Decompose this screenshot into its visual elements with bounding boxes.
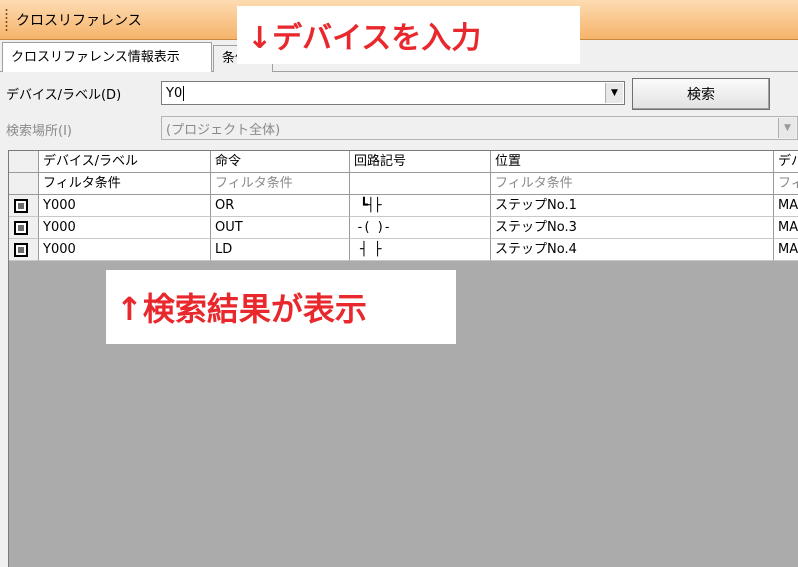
column-header-position[interactable]: 位置 bbox=[491, 151, 774, 173]
filter-cell-position[interactable]: フィルタ条件 bbox=[491, 173, 774, 195]
cell-position[interactable]: ステップNo.1 bbox=[491, 195, 774, 217]
filter-cell-comment[interactable]: フィルタ条件 bbox=[774, 173, 798, 195]
cell-device[interactable]: Y000 bbox=[39, 239, 211, 261]
cell-comment[interactable]: MAIN bbox=[774, 217, 798, 239]
annotation-enter-device: ↓デバイスを入力 bbox=[237, 6, 580, 64]
cell-instruction[interactable]: OR bbox=[211, 195, 350, 217]
cell-symbol[interactable]: ┗┤├ bbox=[350, 195, 491, 217]
column-header-instruction[interactable]: 命令 bbox=[211, 151, 350, 173]
cell-device[interactable]: Y000 bbox=[39, 217, 211, 239]
search-location-select[interactable]: (プロジェクト全体) ▼ bbox=[161, 116, 798, 140]
search-location-caption: 検索場所(I) bbox=[6, 124, 72, 139]
cell-instruction[interactable]: OUT bbox=[211, 217, 350, 239]
ladder-row-icon bbox=[14, 199, 28, 213]
search-location-value: (プロジェクト全体) bbox=[166, 122, 281, 138]
tab-cross-reference-info[interactable]: クロスリファレンス情報表示 bbox=[2, 42, 212, 72]
row-head[interactable] bbox=[9, 217, 39, 239]
table-row[interactable]: Y000 OR ┗┤├ ステップNo.1 MAIN bbox=[9, 195, 798, 217]
row-head[interactable] bbox=[9, 239, 39, 261]
dropdown-arrow-icon[interactable]: ▼ bbox=[778, 118, 796, 138]
table-row[interactable]: Y000 LD ┤ ├ ステップNo.4 MAIN bbox=[9, 239, 798, 261]
cell-comment[interactable]: MAIN bbox=[774, 195, 798, 217]
cell-symbol[interactable]: ┤ ├ bbox=[350, 239, 491, 261]
device-label-caption: デバイス/ラベル(D) bbox=[6, 88, 122, 103]
search-button[interactable]: 検索 bbox=[632, 78, 770, 110]
device-label-value: Y0 bbox=[166, 85, 183, 101]
column-header-comment[interactable]: デバイスコメント bbox=[774, 151, 798, 173]
cell-position[interactable]: ステップNo.3 bbox=[491, 217, 774, 239]
table-row[interactable]: Y000 OUT -( )- ステップNo.3 MAIN bbox=[9, 217, 798, 239]
device-label-input[interactable]: Y0 ▼ bbox=[161, 81, 625, 105]
cell-comment[interactable]: MAIN bbox=[774, 239, 798, 261]
cell-position[interactable]: ステップNo.4 bbox=[491, 239, 774, 261]
cell-symbol[interactable]: -( )- bbox=[350, 217, 491, 239]
filter-row-head bbox=[9, 173, 39, 195]
window-title: クロスリファレンス bbox=[16, 12, 142, 29]
filter-cell-instruction[interactable]: フィルタ条件 bbox=[211, 173, 350, 195]
column-header-device[interactable]: デバイス/ラベル bbox=[39, 151, 211, 173]
cell-device[interactable]: Y000 bbox=[39, 195, 211, 217]
filter-row: フィルタ条件 フィルタ条件 フィルタ条件 フィルタ条件 bbox=[9, 173, 798, 195]
cell-instruction[interactable]: LD bbox=[211, 239, 350, 261]
annotation-results-shown: ↑検索結果が表示 bbox=[106, 270, 456, 344]
dropdown-arrow-icon[interactable]: ▼ bbox=[605, 83, 623, 103]
results-grid: デバイス/ラベル 命令 回路記号 位置 デバイスコメント フィルタ条件 フィルタ… bbox=[8, 150, 798, 567]
grid-header-row: デバイス/ラベル 命令 回路記号 位置 デバイスコメント bbox=[9, 151, 798, 173]
drag-grip-icon[interactable] bbox=[5, 7, 8, 32]
ladder-row-icon bbox=[14, 221, 28, 235]
filter-cell-device[interactable]: フィルタ条件 bbox=[39, 173, 211, 195]
row-head[interactable] bbox=[9, 195, 39, 217]
header-corner bbox=[9, 151, 39, 173]
column-header-symbol[interactable]: 回路記号 bbox=[350, 151, 491, 173]
filter-cell-symbol[interactable] bbox=[350, 173, 491, 195]
ladder-row-icon bbox=[14, 243, 28, 257]
text-caret bbox=[183, 85, 185, 101]
